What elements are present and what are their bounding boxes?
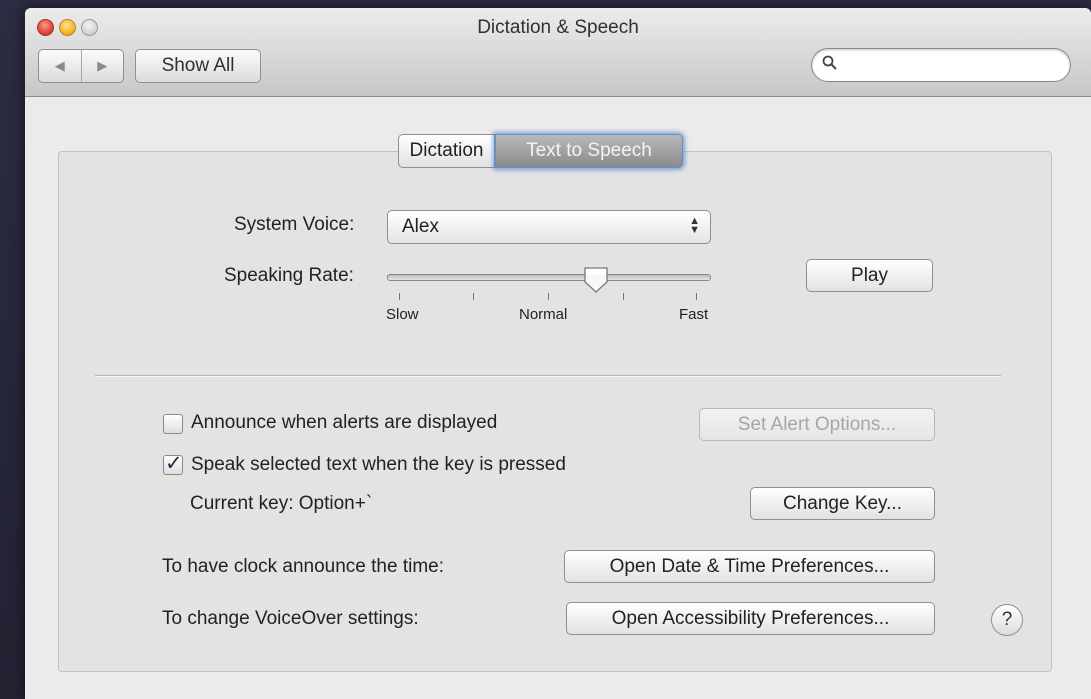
- navigation-segmented-control: ◀ ▶: [38, 49, 124, 83]
- search-input[interactable]: [846, 52, 1064, 78]
- slider-tick: [473, 293, 474, 300]
- slider-tick: [548, 293, 549, 300]
- system-voice-label: System Voice:: [234, 214, 355, 235]
- speak-selected-text-checkbox[interactable]: ✓: [163, 452, 183, 475]
- voiceover-settings-label: To change VoiceOver settings:: [162, 608, 419, 629]
- speaking-rate-slider-track[interactable]: [387, 274, 711, 281]
- speaking-rate-slider-thumb[interactable]: [583, 266, 609, 294]
- show-all-button[interactable]: Show All: [135, 49, 261, 83]
- slider-label-fast: Fast: [679, 306, 709, 323]
- preferences-window: Dictation & Speech ◀ ▶ Show All Dictatio…: [25, 8, 1091, 699]
- open-accessibility-preferences-button[interactable]: Open Accessibility Preferences...: [566, 602, 935, 635]
- tab-dictation[interactable]: Dictation: [398, 134, 495, 168]
- back-arrow-icon: ◀: [54, 58, 65, 73]
- title-bar: Dictation & Speech ◀ ▶ Show All: [25, 8, 1091, 97]
- set-alert-options-button[interactable]: Set Alert Options...: [699, 408, 935, 441]
- speaking-rate-label: Speaking Rate:: [224, 265, 354, 286]
- popup-arrows-icon: ▲ ▼: [689, 215, 700, 236]
- forward-button[interactable]: ▶: [82, 50, 124, 82]
- open-date-time-preferences-button[interactable]: Open Date & Time Preferences...: [564, 550, 935, 583]
- announce-alerts-checkbox[interactable]: [163, 414, 183, 434]
- current-key-label: Current key: Option+`: [190, 493, 373, 514]
- forward-arrow-icon: ▶: [97, 58, 108, 73]
- slider-label-normal: Normal: [519, 306, 568, 323]
- speak-selected-text-label: Speak selected text when the key is pres…: [191, 454, 566, 475]
- play-button[interactable]: Play: [806, 259, 933, 292]
- search-icon: [822, 55, 838, 76]
- slider-tick: [399, 293, 400, 300]
- announce-alerts-label: Announce when alerts are displayed: [191, 412, 498, 433]
- slider-tick: [623, 293, 624, 300]
- change-key-button[interactable]: Change Key...: [750, 487, 935, 520]
- search-field[interactable]: [811, 48, 1071, 82]
- tab-text-to-speech[interactable]: Text to Speech: [495, 134, 683, 168]
- checkmark-icon: ✓: [165, 452, 183, 475]
- clock-announce-label: To have clock announce the time:: [162, 556, 445, 577]
- tab-bar: Dictation Text to Speech: [398, 134, 683, 168]
- section-divider: [95, 375, 1001, 377]
- slider-tick: [696, 293, 697, 300]
- system-voice-select[interactable]: Alex ▲ ▼: [387, 210, 711, 244]
- back-button[interactable]: ◀: [39, 50, 82, 82]
- help-button[interactable]: ?: [991, 604, 1023, 636]
- window-title: Dictation & Speech: [477, 17, 639, 38]
- slider-label-slow: Slow: [386, 306, 419, 323]
- system-voice-value: Alex: [402, 216, 439, 237]
